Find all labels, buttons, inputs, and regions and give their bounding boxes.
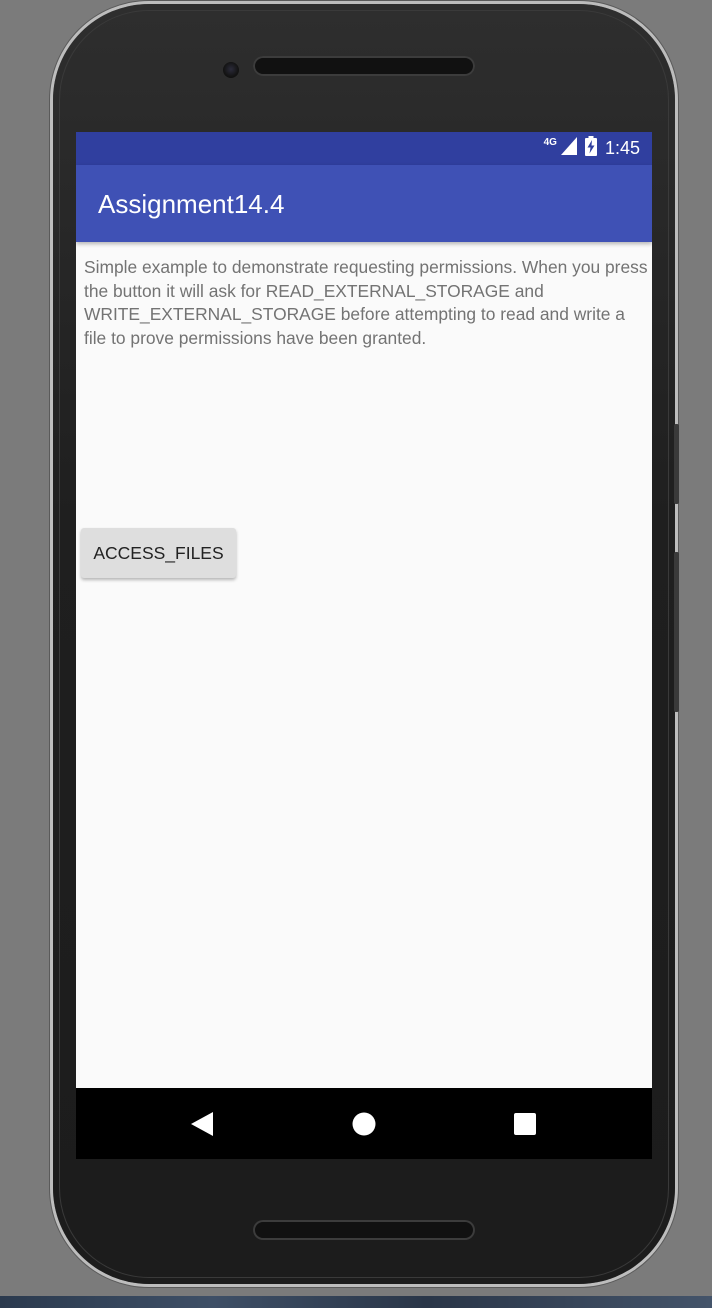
status-time: 1:45 (604, 138, 640, 158)
top-speaker (253, 56, 475, 76)
navigation-bar (76, 1088, 652, 1159)
desktop-background-strip (0, 1296, 712, 1308)
power-button (674, 424, 679, 504)
status-bar: 4G 1:45 (76, 132, 652, 165)
app-title: Assignment14.4 (98, 189, 285, 219)
back-button[interactable] (162, 1088, 242, 1159)
battery-charging-icon (584, 136, 597, 161)
recents-button[interactable] (485, 1088, 565, 1159)
description-text: Simple example to demonstrate requesting… (84, 257, 648, 349)
network-type-label: 4G (543, 137, 557, 148)
bottom-speaker (253, 1220, 475, 1240)
device-screen: 4G 1:45 Assignment14.4 Simple example to… (76, 132, 652, 1159)
back-icon (191, 1111, 213, 1136)
main-content: Simple example to demonstrate requesting… (76, 242, 652, 1088)
home-button[interactable] (324, 1088, 404, 1159)
front-camera (223, 62, 239, 78)
home-icon (352, 1112, 376, 1135)
status-icons: 4G 1:45 (544, 132, 640, 165)
access-files-button[interactable]: ACCESS_FILES (81, 528, 236, 578)
app-bar: Assignment14.4 (76, 165, 652, 242)
signal-icon (560, 137, 577, 160)
recents-icon (514, 1112, 536, 1135)
volume-button (674, 552, 679, 712)
